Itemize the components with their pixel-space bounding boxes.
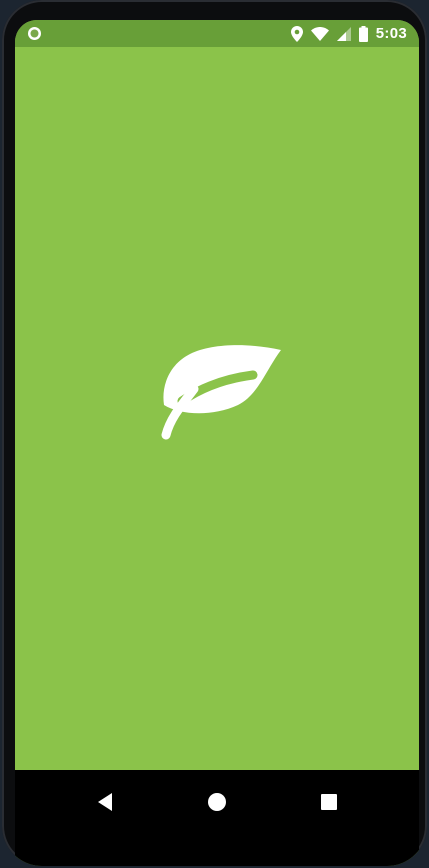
back-icon — [98, 793, 112, 811]
recents-button[interactable] — [313, 786, 345, 818]
home-icon — [208, 793, 226, 811]
splash-content — [15, 47, 419, 770]
leaf-icon — [150, 345, 285, 440]
app-screen: 5:03 — [15, 20, 419, 866]
back-button[interactable] — [89, 786, 121, 818]
status-time: 5:03 — [375, 25, 407, 42]
recents-icon — [321, 794, 337, 810]
cell-signal-icon — [336, 26, 351, 41]
notification-ring-icon — [27, 26, 42, 41]
wifi-icon — [310, 26, 329, 41]
navigation-bar — [15, 770, 419, 866]
battery-icon — [358, 25, 368, 42]
phone-frame: 5:03 — [2, 0, 427, 866]
location-pin-icon — [290, 25, 303, 42]
status-icons: 5:03 — [290, 20, 407, 47]
home-button[interactable] — [201, 786, 233, 818]
status-bar: 5:03 — [15, 20, 419, 47]
